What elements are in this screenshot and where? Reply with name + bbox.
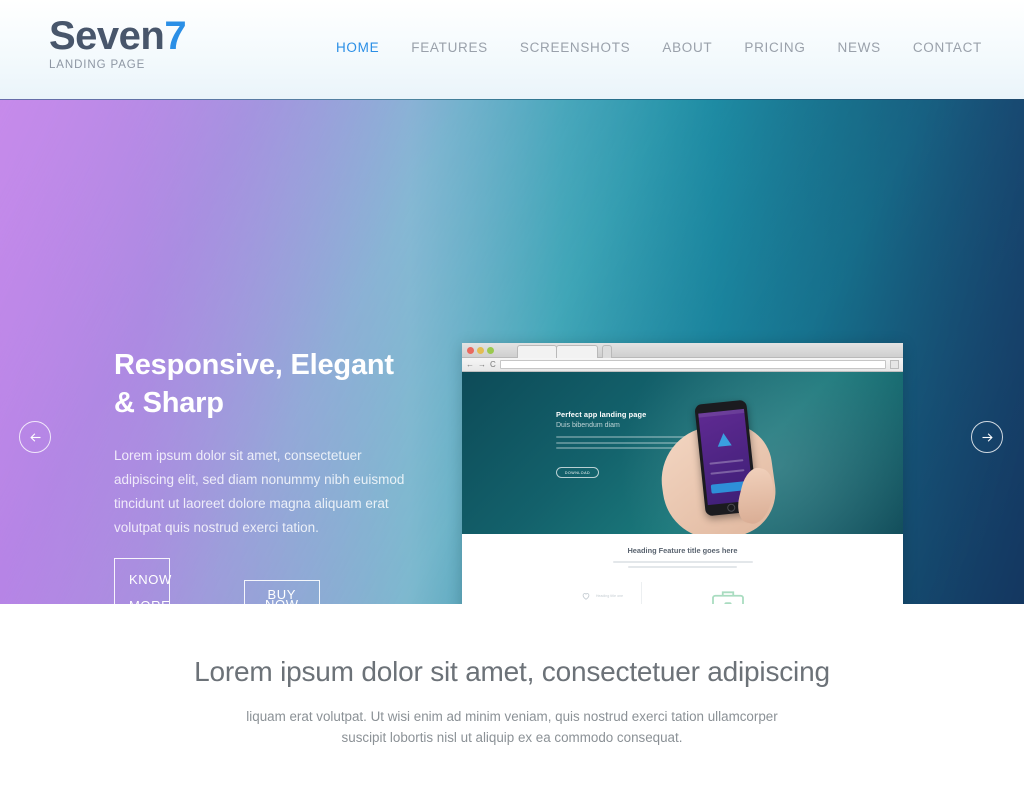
browser-mockup: ← → C Perfect app landing page Duis bibe… [462,343,903,604]
main-nav: HOME FEATURES SCREENSHOTS ABOUT PRICING … [320,40,998,55]
nav-item-screenshots[interactable]: SCREENSHOTS [504,40,646,55]
hero-copy: Responsive, Elegant & Sharp Lorem ipsum … [114,346,444,540]
mockup-feature-body: Heading title one Heading title one Head… [462,582,903,604]
mockup-feature-item-label: Heading title one [596,594,624,598]
mockup-feature-list: Heading title one Heading title one Head… [580,582,642,604]
mockup-toolbar: ← → C [462,358,903,372]
briefcase-icon [708,588,748,604]
mockup-feature-title: Heading Feature title goes here [627,546,738,555]
hand-holding-phone-image [644,396,796,534]
site-header: Seven7 LANDING PAGE HOME FEATURES SCREEN… [0,0,1024,99]
intro-section: Lorem ipsum dolor sit amet, consectetuer… [0,604,1024,748]
phone-list-row [709,459,744,465]
mockup-url-input[interactable] [499,360,886,369]
arrow-right-icon [982,432,993,442]
hero-title-line-2: & Sharp [114,387,224,419]
home-button-icon [726,503,736,513]
mockup-window-controls [467,347,494,354]
mockup-feature-subtext [612,561,753,568]
hamburger-icon[interactable] [890,360,899,369]
close-icon[interactable] [467,347,474,354]
arrow-right-icon[interactable]: → [478,360,486,369]
nav-item-news[interactable]: NEWS [822,40,897,55]
brand-logo[interactable]: Seven7 LANDING PAGE [49,14,187,71]
know-more-button[interactable]: KNOW MORE [114,558,171,604]
intro-text: liquam erat volutpat. Ut wisi enim ad mi… [246,709,778,745]
mockup-tab-1[interactable] [517,345,557,358]
hero-carousel: Responsive, Elegant & Sharp Lorem ipsum … [0,99,1024,604]
nav-item-home[interactable]: HOME [320,40,395,55]
heart-icon [580,591,591,602]
nav-item-pricing[interactable]: PRICING [728,40,821,55]
brand-tagline: LANDING PAGE [49,59,146,71]
hero-body-text: Lorem ipsum dolor sit amet, consectetuer… [114,448,405,535]
brand-name: Seven7 [49,14,187,58]
hero-title: Responsive, Elegant & Sharp [114,346,444,422]
intro-title: Lorem ipsum dolor sit amet, consectetuer… [194,656,830,687]
brand-name-digit: 7 [164,14,187,58]
phone-list-row [710,469,745,475]
hero-title-line-1: Responsive, Elegant [114,349,394,381]
reload-icon[interactable]: C [490,360,496,369]
mockup-titlebar [462,343,903,358]
minimize-icon[interactable] [477,347,484,354]
carousel-prev-button[interactable] [19,421,51,453]
app-logo-icon [716,432,732,447]
arrow-left-icon[interactable]: ← [466,360,474,369]
mockup-download-button[interactable]: DOWNLOAD [556,467,599,478]
arrow-left-icon [29,432,40,442]
buy-now-button[interactable]: BUY NOW [244,580,320,604]
carousel-next-button[interactable] [971,421,1003,453]
mockup-app-panel: Perfect app landing page Duis bibendum d… [462,372,903,534]
brand-name-text: Seven [49,14,165,58]
nav-item-about[interactable]: ABOUT [646,40,728,55]
mockup-tab-2[interactable] [556,345,598,358]
nav-item-contact[interactable]: CONTACT [897,40,998,55]
mockup-feature-item[interactable]: Heading title one [580,586,641,604]
mockup-feature-panel: Heading Feature title goes here Heading … [462,534,903,604]
maximize-icon[interactable] [487,347,494,354]
mockup-feature-detail: Heading Feature title goes here [658,588,798,604]
nav-item-features[interactable]: FEATURES [395,40,504,55]
phone-status-bar [698,408,745,418]
mockup-new-tab-button[interactable] [602,345,612,358]
